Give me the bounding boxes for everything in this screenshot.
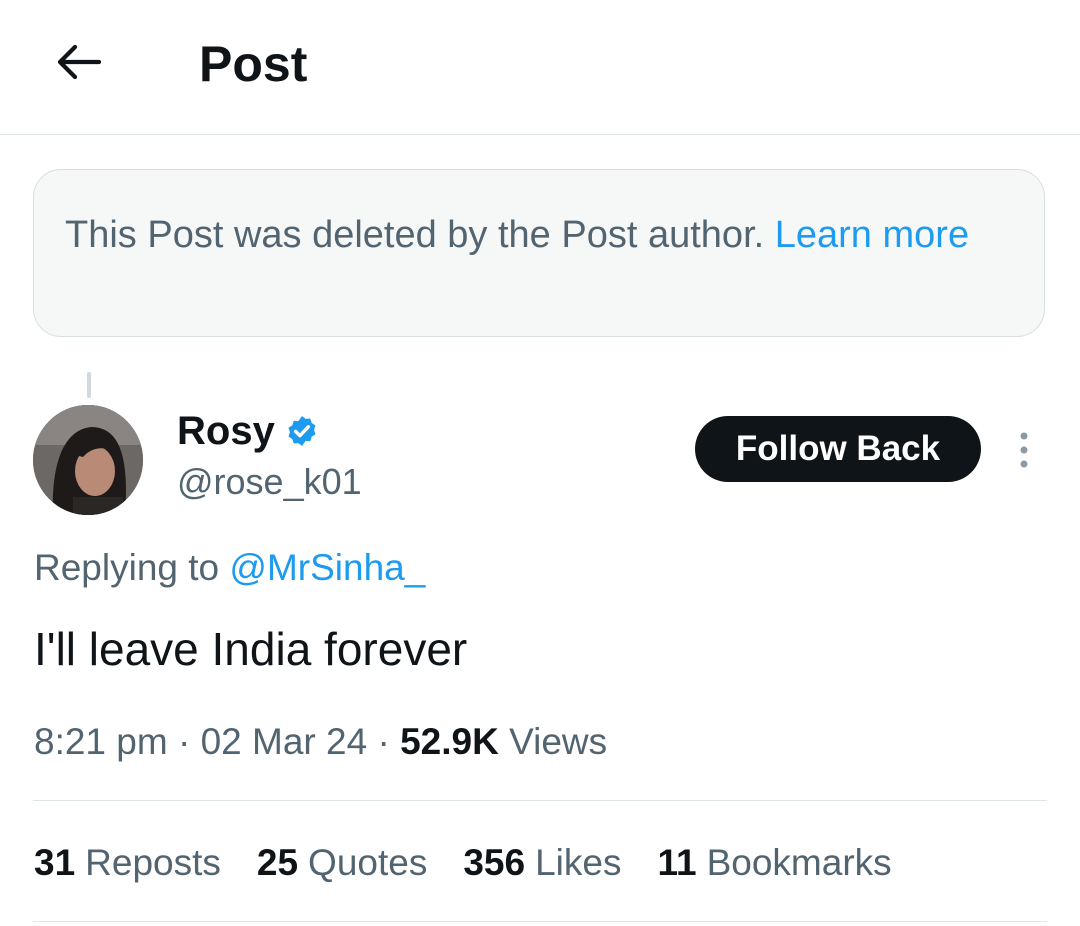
divider xyxy=(33,800,1047,801)
author-handle[interactable]: @rose_k01 xyxy=(177,460,362,504)
avatar[interactable] xyxy=(33,405,143,515)
post-date[interactable]: 02 Mar 24 xyxy=(201,721,368,762)
avatar-image xyxy=(33,405,143,515)
quotes-label: Quotes xyxy=(308,842,428,883)
more-vertical-icon xyxy=(1020,432,1028,468)
meta-separator: · xyxy=(377,721,390,762)
back-button[interactable] xyxy=(50,34,106,90)
likes-label: Likes xyxy=(535,842,622,883)
follow-back-button[interactable]: Follow Back xyxy=(695,416,981,482)
meta-separator: · xyxy=(177,721,191,762)
bookmarks-count: 11 xyxy=(657,842,697,883)
quotes-count: 25 xyxy=(256,842,299,883)
arrow-left-icon xyxy=(57,44,102,80)
page-title: Post xyxy=(199,36,308,92)
notice-text: This Post was deleted by the Post author… xyxy=(65,214,765,256)
author-name[interactable]: Rosy xyxy=(177,407,275,455)
replied-user-link[interactable]: @MrSinha_ xyxy=(229,547,425,588)
quotes-stat[interactable]: 25 Quotes xyxy=(257,838,427,888)
replying-to: Replying to @MrSinha_ xyxy=(34,545,425,591)
likes-count: 356 xyxy=(463,842,526,883)
divider xyxy=(33,921,1047,922)
post-time[interactable]: 8:21 pm xyxy=(34,721,168,762)
reposts-count: 31 xyxy=(34,842,76,883)
bookmarks-label: Bookmarks xyxy=(706,842,892,883)
replying-prefix: Replying to xyxy=(34,547,220,588)
engagement-stats: 31 Reposts 25 Quotes 356 Likes 11 Bookmarks xyxy=(34,838,892,888)
post-text: I'll leave India forever xyxy=(34,623,468,675)
deleted-post-notice: This Post was deleted by the Post author… xyxy=(33,169,1045,337)
views-count: 52.9K xyxy=(400,721,499,762)
bookmarks-stat[interactable]: 11 Bookmarks xyxy=(657,838,891,888)
top-bar: Post xyxy=(0,0,1080,135)
author-name-row: Rosy xyxy=(177,407,319,455)
reposts-stat[interactable]: 31 Reposts xyxy=(34,838,221,888)
likes-stat[interactable]: 356 Likes xyxy=(463,838,621,888)
verified-badge-icon xyxy=(288,416,316,446)
thread-connector-line xyxy=(87,372,91,398)
learn-more-link[interactable]: Learn more xyxy=(775,214,969,256)
more-options-button[interactable] xyxy=(1008,428,1040,472)
reposts-label: Reposts xyxy=(85,842,221,883)
views-label: Views xyxy=(509,721,608,762)
post-meta: 8:21 pm · 02 Mar 24 · 52.9K Views xyxy=(34,717,607,767)
